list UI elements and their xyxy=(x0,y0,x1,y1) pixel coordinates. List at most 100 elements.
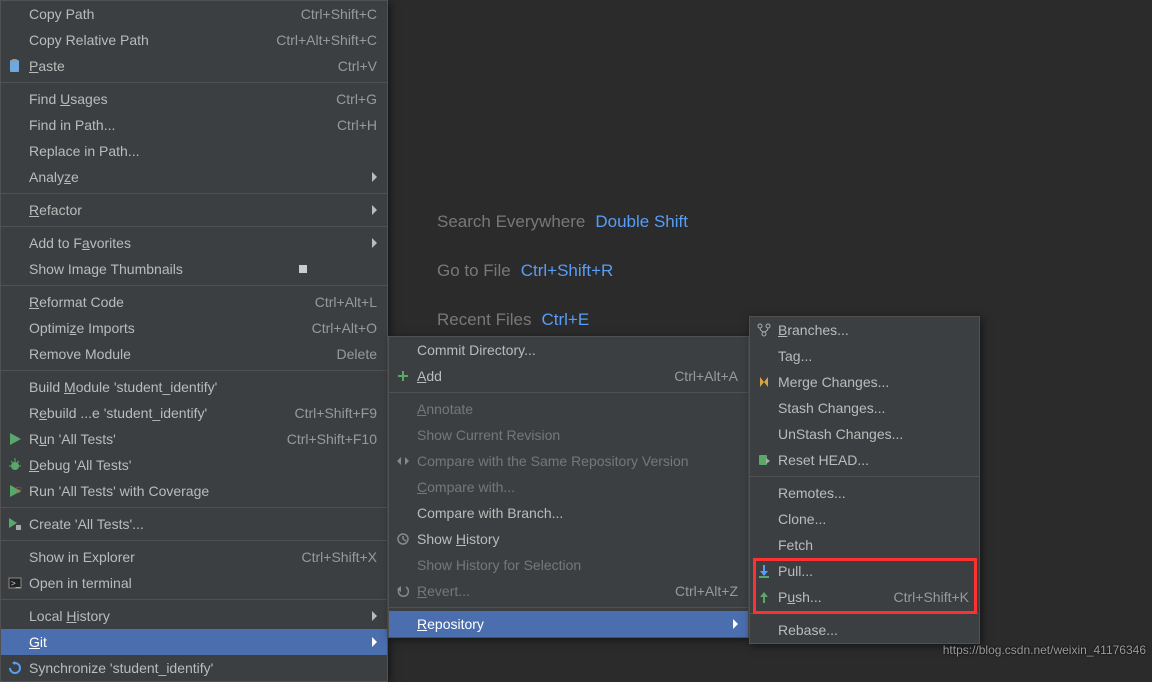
thumbnail-placeholder-icon xyxy=(299,265,307,273)
reset-icon xyxy=(756,452,772,468)
main-synchronize-student-identify[interactable]: Synchronize 'student_identify' xyxy=(1,655,387,681)
repo-push[interactable]: Push...Ctrl+Shift+K xyxy=(750,584,979,610)
main-create-all-tests[interactable]: Create 'All Tests'... xyxy=(1,511,387,537)
repo-reset-head[interactable]: Reset HEAD... xyxy=(750,447,979,473)
menu-item-label: Find Usages xyxy=(29,91,316,107)
main-debug-all-tests[interactable]: Debug 'All Tests' xyxy=(1,452,387,478)
menu-item-label: Merge Changes... xyxy=(778,374,969,390)
menu-item-label: Rebuild ...e 'student_identify' xyxy=(29,405,275,421)
repo-merge-changes[interactable]: Merge Changes... xyxy=(750,369,979,395)
menu-item-label: Show Image Thumbnails xyxy=(29,261,299,277)
menu-item-label: Compare with... xyxy=(417,479,738,495)
menu-separator xyxy=(750,476,979,477)
repo-stash-changes[interactable]: Stash Changes... xyxy=(750,395,979,421)
menu-item-label: Reformat Code xyxy=(29,294,295,310)
main-remove-module[interactable]: Remove ModuleDelete xyxy=(1,341,387,367)
git-compare-with-branch[interactable]: Compare with Branch... xyxy=(389,500,748,526)
main-optimize-imports[interactable]: Optimize ImportsCtrl+Alt+O xyxy=(1,315,387,341)
repo-fetch[interactable]: Fetch xyxy=(750,532,979,558)
submenu-arrow-icon xyxy=(372,172,377,182)
main-replace-in-path[interactable]: Replace in Path... xyxy=(1,138,387,164)
main-run-all-tests[interactable]: Run 'All Tests'Ctrl+Shift+F10 xyxy=(1,426,387,452)
main-run-all-tests-with-coverage[interactable]: Run 'All Tests' with Coverage xyxy=(1,478,387,504)
watermark-text: https://blog.csdn.net/weixin_41176346 xyxy=(943,643,1146,657)
repo-tag[interactable]: Tag... xyxy=(750,343,979,369)
submenu-arrow-icon xyxy=(372,637,377,647)
push-icon xyxy=(756,589,772,605)
debug-icon xyxy=(7,457,23,473)
main-rebuild-e-student-identify[interactable]: Rebuild ...e 'student_identify'Ctrl+Shif… xyxy=(1,400,387,426)
repo-remotes[interactable]: Remotes... xyxy=(750,480,979,506)
menu-item-label: Rebase... xyxy=(778,622,969,638)
menu-item-shortcut: Ctrl+G xyxy=(336,91,377,107)
git-show-history[interactable]: Show History xyxy=(389,526,748,552)
menu-item-label: Run 'All Tests' with Coverage xyxy=(29,483,377,499)
main-local-history[interactable]: Local History xyxy=(1,603,387,629)
merge-icon xyxy=(756,374,772,390)
menu-item-shortcut: Ctrl+Alt+A xyxy=(674,368,738,384)
hint-search-everywhere: Search Everywhere Double Shift xyxy=(437,208,688,235)
git-compare-with: Compare with... xyxy=(389,474,748,500)
context-menu-git[interactable]: Commit Directory...AddCtrl+Alt+AAnnotate… xyxy=(388,336,749,638)
main-paste[interactable]: PasteCtrl+V xyxy=(1,53,387,79)
main-analyze[interactable]: Analyze xyxy=(1,164,387,190)
repo-rebase[interactable]: Rebase... xyxy=(750,617,979,643)
menu-item-label: Open in terminal xyxy=(29,575,377,591)
menu-item-label: Branches... xyxy=(778,322,969,338)
main-reformat-code[interactable]: Reformat CodeCtrl+Alt+L xyxy=(1,289,387,315)
menu-item-label: Show History for Selection xyxy=(417,557,738,573)
menu-item-shortcut: Ctrl+Alt+Shift+C xyxy=(276,32,377,48)
menu-item-label: Compare with the Same Repository Version xyxy=(417,453,738,469)
main-add-to-favorites[interactable]: Add to Favorites xyxy=(1,230,387,256)
repo-pull[interactable]: Pull... xyxy=(750,558,979,584)
main-build-module-student-identify[interactable]: Build Module 'student_identify' xyxy=(1,374,387,400)
git-repository[interactable]: Repository xyxy=(389,611,748,637)
git-show-history-for-selection: Show History for Selection xyxy=(389,552,748,578)
hint-go-to-file: Go to File Ctrl+Shift+R xyxy=(437,257,688,284)
context-menu-repository[interactable]: Branches... Tag... Merge Changes... Stash C… xyxy=(749,316,980,644)
repo-clone[interactable]: Clone... xyxy=(750,506,979,532)
menu-item-label: Analyze xyxy=(29,169,372,185)
git-add[interactable]: AddCtrl+Alt+A xyxy=(389,363,748,389)
menu-item-label: Copy Relative Path xyxy=(29,32,256,48)
git-commit-directory[interactable]: Commit Directory... xyxy=(389,337,748,363)
hint-label: Recent Files xyxy=(437,306,531,333)
menu-separator xyxy=(1,507,387,508)
main-show-in-explorer[interactable]: Show in ExplorerCtrl+Shift+X xyxy=(1,544,387,570)
branches-icon xyxy=(756,322,772,338)
sync-icon xyxy=(7,660,23,676)
menu-item-label: Stash Changes... xyxy=(778,400,969,416)
menu-separator xyxy=(1,540,387,541)
menu-item-label: Local History xyxy=(29,608,372,624)
main-copy-relative-path[interactable]: Copy Relative Path Ctrl+Alt+Shift+C xyxy=(1,27,387,53)
main-git[interactable]: Git xyxy=(1,629,387,655)
main-show-image-thumbnails[interactable]: Show Image Thumbnails xyxy=(1,256,387,282)
context-menu-main[interactable]: Copy PathCtrl+Shift+CCopy Relative PathC… xyxy=(0,0,388,682)
menu-item-label: Show Current Revision xyxy=(417,427,738,443)
hint-shortcut: Ctrl+E xyxy=(541,306,589,333)
menu-separator xyxy=(750,613,979,614)
main-find-usages[interactable]: Find Usages Ctrl+G xyxy=(1,86,387,112)
menu-item-label: Copy Path xyxy=(29,6,281,22)
menu-item-label: Pull... xyxy=(778,563,969,579)
repo-unstash-changes[interactable]: UnStash Changes... xyxy=(750,421,979,447)
revert-icon xyxy=(395,583,411,599)
menu-item-label: Fetch xyxy=(778,537,969,553)
git-show-current-revision: Show Current Revision xyxy=(389,422,748,448)
main-copy-path[interactable]: Copy PathCtrl+Shift+C xyxy=(1,1,387,27)
menu-item-label: UnStash Changes... xyxy=(778,426,969,442)
repo-branches[interactable]: Branches... xyxy=(750,317,979,343)
main-refactor[interactable]: Refactor xyxy=(1,197,387,223)
add-icon xyxy=(395,368,411,384)
menu-item-label: Create 'All Tests'... xyxy=(29,516,377,532)
menu-item-label: Remove Module xyxy=(29,346,317,362)
menu-item-shortcut: Ctrl+Alt+Z xyxy=(675,583,738,599)
hint-shortcut: Ctrl+Shift+R xyxy=(521,257,614,284)
main-find-in-path[interactable]: Find in Path...Ctrl+H xyxy=(1,112,387,138)
git-compare-with-the-same-repository-version: Compare with the Same Repository Version xyxy=(389,448,748,474)
hint-label: Go to File xyxy=(437,257,511,284)
menu-item-shortcut: Ctrl+Alt+O xyxy=(312,320,377,336)
submenu-arrow-icon xyxy=(372,205,377,215)
menu-separator xyxy=(1,285,387,286)
main-open-in-terminal[interactable]: >_Open in terminal xyxy=(1,570,387,596)
